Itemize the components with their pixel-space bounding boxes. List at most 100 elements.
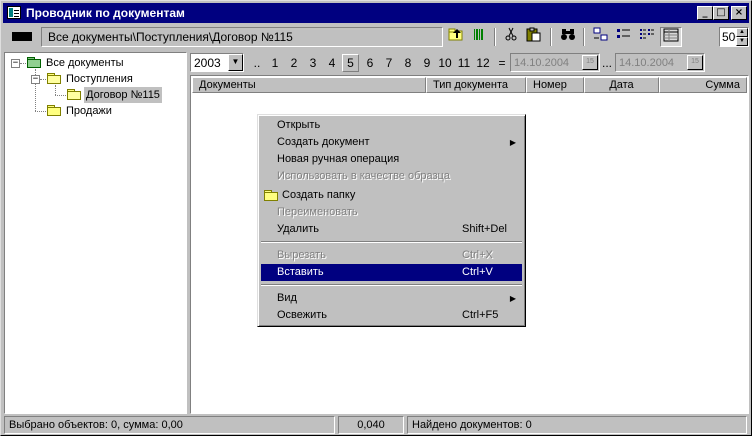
- menu-item-cut[interactable]: Вырезать Ctrl+X: [261, 247, 522, 264]
- column-header-documents[interactable]: Документы: [192, 77, 426, 93]
- tree-line: [35, 84, 37, 111]
- toolbar-separator: [494, 28, 496, 46]
- menu-item-manual-operation[interactable]: Новая ручная операция: [261, 151, 522, 168]
- menu-item-refresh[interactable]: Освежить Ctrl+F5: [261, 307, 522, 324]
- folder-icon: [264, 190, 279, 201]
- minimize-button[interactable]: _: [697, 6, 713, 20]
- menu-item-shortcut: Ctrl+X: [462, 249, 493, 261]
- page-link[interactable]: 6: [363, 54, 377, 72]
- tree-item-receipts[interactable]: Поступления: [64, 71, 135, 87]
- date-from-value: 14.10.2004: [514, 57, 570, 69]
- menu-item-label: Создать документ: [277, 136, 370, 148]
- tree-item-all-documents[interactable]: Все документы: [44, 55, 126, 71]
- menu-item-open[interactable]: Открыть: [261, 117, 522, 134]
- status-found: Найдено документов: 0: [407, 416, 747, 434]
- menu-item-paste[interactable]: Вставить Ctrl+V: [261, 264, 522, 281]
- menu-item-label: Использовать в качестве образца: [277, 170, 450, 182]
- submenu-arrow-icon: ▶: [509, 138, 516, 147]
- menu-item-label: Вырезать: [277, 249, 326, 261]
- folder-up-icon[interactable]: [445, 27, 467, 47]
- menu-item-shortcut: Shift+Del: [462, 223, 507, 235]
- menu-item-use-as-sample[interactable]: Использовать в качестве образца: [261, 168, 522, 185]
- status-selection: Выбрано объектов: 0, сумма: 0,00: [4, 416, 335, 434]
- menu-item-label: Открыть: [277, 119, 321, 131]
- maximize-button[interactable]: □: [713, 6, 729, 20]
- menu-item-rename[interactable]: Переименовать: [261, 204, 522, 221]
- collapse-expander[interactable]: −: [31, 75, 40, 84]
- scissors-icon[interactable]: [500, 27, 522, 47]
- page-link[interactable]: 12: [474, 54, 492, 72]
- tree-line: [20, 63, 26, 65]
- toolbar-separator: [550, 28, 552, 46]
- menu-item-create-document[interactable]: Создать документ ▶: [261, 134, 522, 151]
- folder-icon: [47, 105, 62, 116]
- column-header-number[interactable]: Номер: [526, 77, 584, 93]
- title-bar[interactable]: Проводник по документам _ □ ×: [3, 3, 749, 23]
- app-document-icon[interactable]: [7, 6, 21, 19]
- tree-item-label: Продажи: [66, 105, 112, 117]
- page-link[interactable]: 7: [382, 54, 396, 72]
- tree-line: [55, 85, 57, 95]
- page-size-spinner[interactable]: 500 ▲ ▼: [719, 27, 749, 47]
- window-title: Проводник по документам: [26, 6, 185, 20]
- collapse-expander[interactable]: −: [11, 59, 20, 68]
- column-header-doc-type[interactable]: Тип документа: [426, 77, 526, 93]
- path-field[interactable]: Все документы\Поступления\Договор №115: [41, 27, 443, 47]
- page-link[interactable]: 10: [436, 54, 454, 72]
- view-small-icon[interactable]: [613, 27, 635, 47]
- status-bar: Выбрано объектов: 0, сумма: 0,00 0,040 Н…: [3, 416, 749, 434]
- date-from-field[interactable]: 14.10.2004 15: [510, 53, 600, 72]
- menu-item-shortcut: Ctrl+F5: [462, 309, 499, 321]
- menu-item-view[interactable]: Вид ▶: [261, 290, 522, 307]
- column-header-date[interactable]: Дата: [584, 77, 659, 93]
- date-to-value: 14.10.2004: [619, 57, 675, 69]
- view-list-icon[interactable]: [636, 27, 658, 47]
- year-value: 2003: [194, 56, 221, 70]
- view-large-icon[interactable]: [590, 27, 612, 47]
- calendar-icon[interactable]: 15: [582, 55, 598, 70]
- spinner-buttons: ▲ ▼: [736, 28, 748, 46]
- menu-item-label: Переименовать: [277, 206, 358, 218]
- page-link[interactable]: 4: [325, 54, 339, 72]
- menu-item-label: Удалить: [277, 223, 319, 235]
- binoculars-icon[interactable]: [557, 27, 579, 47]
- page-link[interactable]: 2: [287, 54, 301, 72]
- tree-item-sales[interactable]: Продажи: [64, 103, 114, 119]
- tree-item-label: Поступления: [66, 73, 133, 85]
- tree-line: [40, 79, 46, 81]
- page-link[interactable]: 1: [268, 54, 282, 72]
- menu-item-label: Новая ручная операция: [277, 153, 400, 165]
- menu-separator: [261, 241, 522, 243]
- chevron-down-icon[interactable]: ▼: [228, 54, 243, 71]
- date-to-field[interactable]: 14.10.2004 15: [615, 53, 705, 72]
- page-link[interactable]: 3: [306, 54, 320, 72]
- close-button[interactable]: ×: [731, 6, 747, 20]
- tree-item-label: Договор №115: [84, 87, 162, 103]
- explorer-window: Проводник по документам _ □ × Все докуме…: [0, 0, 752, 436]
- menu-item-label: Вставить: [277, 266, 324, 278]
- menu-item-label: Вид: [277, 292, 297, 304]
- spin-down-button[interactable]: ▼: [736, 37, 748, 46]
- page-ellipsis[interactable]: ..: [250, 54, 264, 72]
- column-header-sum[interactable]: Сумма: [659, 77, 747, 93]
- status-value: 0,040: [338, 416, 404, 434]
- toolbar-separator: [583, 28, 585, 46]
- tree-item-contract-115[interactable]: Договор №115: [84, 87, 162, 103]
- context-menu: Открыть Создать документ ▶ Новая ручная …: [257, 114, 526, 327]
- page-link[interactable]: 9: [420, 54, 434, 72]
- view-details-icon[interactable]: [660, 27, 682, 47]
- barcode-icon[interactable]: [468, 27, 490, 47]
- calendar-icon[interactable]: 15: [687, 55, 703, 70]
- menu-item-create-folder[interactable]: Создать папку: [261, 187, 522, 204]
- address-toolbar: Все документы\Поступления\Договор №115 5…: [3, 25, 749, 49]
- folder-tree[interactable]: − Все документы − Поступления Договор №1…: [4, 52, 187, 414]
- spin-up-button[interactable]: ▲: [736, 28, 748, 37]
- black-bar-icon[interactable]: [12, 32, 32, 41]
- menu-item-delete[interactable]: Удалить Shift+Del: [261, 221, 522, 238]
- page-link[interactable]: 11: [455, 54, 473, 72]
- year-select[interactable]: 2003 ▼: [190, 53, 244, 72]
- paste-icon[interactable]: [523, 27, 545, 47]
- page-link[interactable]: 8: [401, 54, 415, 72]
- page-link-selected[interactable]: 5: [342, 54, 359, 72]
- tree-line: [55, 95, 66, 97]
